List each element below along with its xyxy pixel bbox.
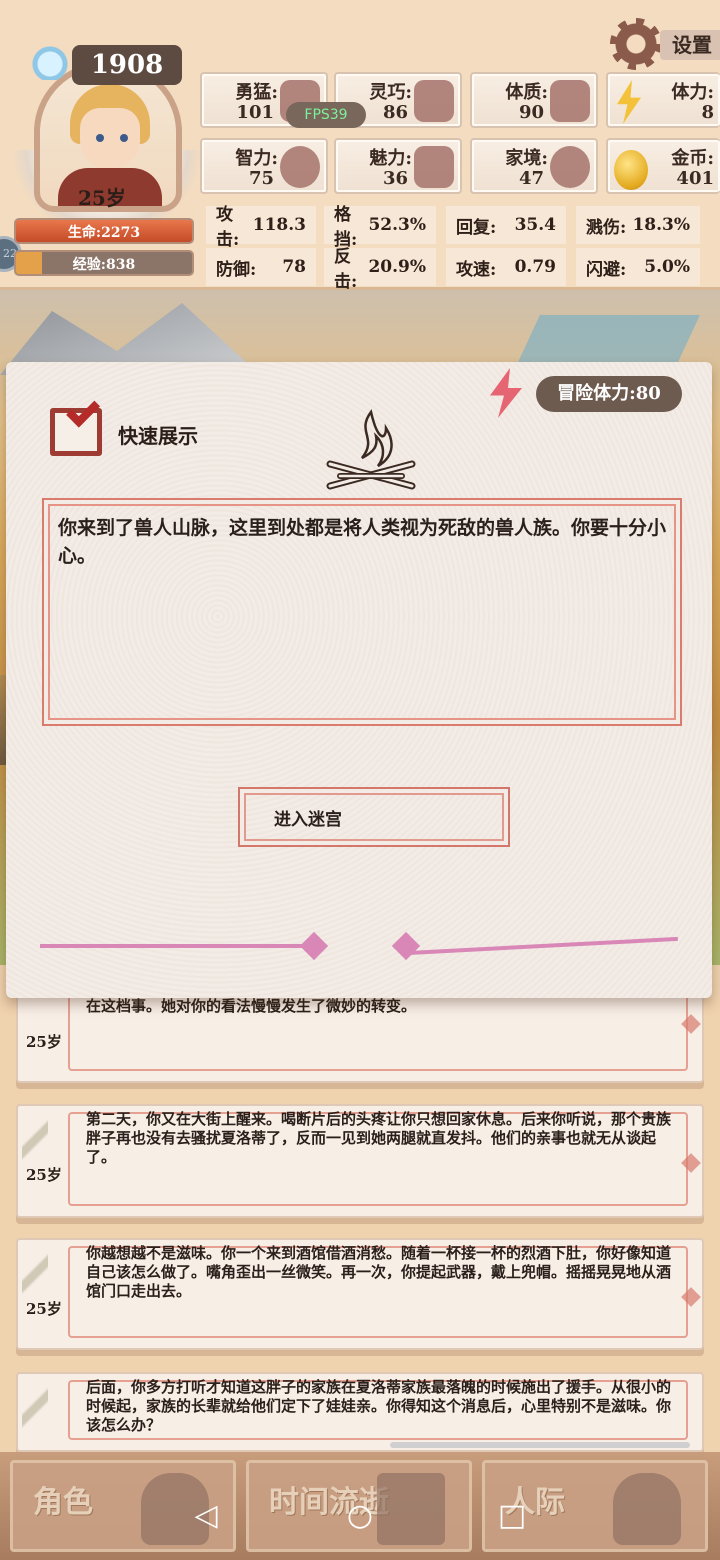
feather-icon — [22, 1380, 48, 1436]
combat-attack: 攻击: 118.3 — [206, 205, 316, 250]
gear-icon — [610, 18, 662, 70]
flower-icon — [414, 146, 454, 188]
divider — [406, 936, 678, 956]
exp-bar-fill — [16, 252, 43, 274]
cloak-icon — [414, 80, 454, 122]
exp-label: 经验:838 — [72, 257, 136, 273]
people-icon — [613, 1473, 681, 1545]
log-entry[interactable]: 25岁 你越想越不是滋味。你一个来到酒馆借酒消愁。随着一杯接一杯的烈酒下肚，你好… — [16, 1238, 704, 1350]
hourglass-icon — [377, 1473, 445, 1545]
adventure-stamina: 冒险体力:80 — [536, 376, 682, 412]
combat-defense: 防御: 78 — [206, 248, 316, 286]
system-home-button[interactable]: ○ — [340, 1496, 380, 1536]
stat-gold[interactable]: 金币: 401 — [606, 138, 720, 194]
log-age: 25岁 — [26, 1166, 62, 1184]
exp-bar: 经验:838 — [14, 250, 194, 276]
event-message: 你来到了兽人山脉，这里到处都是将人类视为死敌的兽人族。你要十分小心。 — [58, 517, 667, 567]
log-age: 25岁 — [26, 1033, 62, 1051]
enter-labyrinth-button[interactable]: 进入迷宫 — [238, 787, 510, 847]
log-text: 你越想越不是滋味。你一个来到酒馆借酒消愁。随着一杯接一杯的烈酒下肚，你好像知道自… — [86, 1244, 672, 1300]
stat-intelligence[interactable]: 智力: 75 — [200, 138, 328, 194]
stat-stamina[interactable]: 体力: 8 — [606, 72, 720, 128]
combat-attack-speed: 攻速: 0.79 — [446, 248, 566, 286]
campfire-icon — [326, 409, 416, 490]
adventure-dialog: 冒险体力:80 快速展示 你来到了兽人山脉，这里到处都是将人类视为死敌的兽人族。… — [6, 362, 712, 998]
combat-regen: 回复: 35.4 — [446, 206, 566, 244]
hp-bar: 生命:2273 — [14, 218, 194, 244]
log-age: 25岁 — [26, 1300, 62, 1318]
log-entry[interactable]: 后面，你多方打听才知道这胖子的家族在夏洛蒂家族最落魄的时候施出了援手。从很小的时… — [16, 1372, 704, 1452]
divider — [40, 944, 308, 948]
settings-button[interactable]: 设置 — [610, 16, 720, 72]
combat-dodge: 闪避: 5.0% — [576, 248, 700, 286]
system-recents-button[interactable]: □ — [492, 1496, 532, 1536]
avatar[interactable]: 1908 25岁 — [12, 40, 202, 240]
stat-charm[interactable]: 魅力: 36 — [334, 138, 462, 194]
power-score: 1908 — [72, 45, 182, 85]
event-message-box: 你来到了兽人山脉，这里到处都是将人类视为死敌的兽人族。你要十分小心。 — [42, 498, 682, 726]
fps-counter: FPS39 — [286, 102, 366, 128]
combat-counter: 反击: 20.9% — [324, 247, 436, 292]
age-label: 25岁 — [78, 186, 126, 210]
log-entry[interactable]: 25岁 第二天，你又在大街上醒来。喝断片后的头疼让你只想回家休息。后来你听说，那… — [16, 1104, 704, 1218]
feather-icon — [22, 1112, 48, 1168]
stat-family[interactable]: 家境: 47 — [470, 138, 598, 194]
scroll-indicator — [390, 1442, 690, 1448]
coin-icon — [614, 150, 648, 190]
money-hand-icon — [550, 146, 590, 188]
settings-label: 设置 — [660, 30, 720, 60]
brain-head-icon — [280, 146, 320, 188]
quick-show-label[interactable]: 快速展示 — [118, 420, 198, 449]
combat-splash: 溅伤: 18.3% — [576, 206, 700, 244]
system-back-button[interactable]: ◁ — [186, 1496, 226, 1536]
lightning-icon — [490, 368, 522, 418]
log-text: 第二天，你又在大街上醒来。喝断片后的头疼让你只想回家休息。后来你听说，那个贵族胖… — [86, 1110, 672, 1166]
spirit-icon — [30, 40, 70, 80]
character-header: 设置 1908 25岁 22 生命:2273 经验:838 勇猛: 101 灵巧… — [0, 0, 720, 292]
combat-block: 格挡: 52.3% — [324, 205, 436, 250]
feather-icon — [22, 1246, 48, 1302]
quick-show-checkbox[interactable] — [50, 393, 102, 456]
checkmark-icon — [66, 393, 101, 428]
log-text: 后面，你多方打听才知道这胖子的家族在夏洛蒂家族最落魄的时候施出了援手。从很小的时… — [86, 1378, 672, 1434]
arm-muscle-icon — [550, 80, 590, 122]
stat-constitution[interactable]: 体质: 90 — [470, 72, 598, 128]
log-text: 在这档事。她对你的看法慢慢发生了微妙的转变。 — [86, 997, 417, 1015]
lightning-icon — [617, 80, 641, 124]
